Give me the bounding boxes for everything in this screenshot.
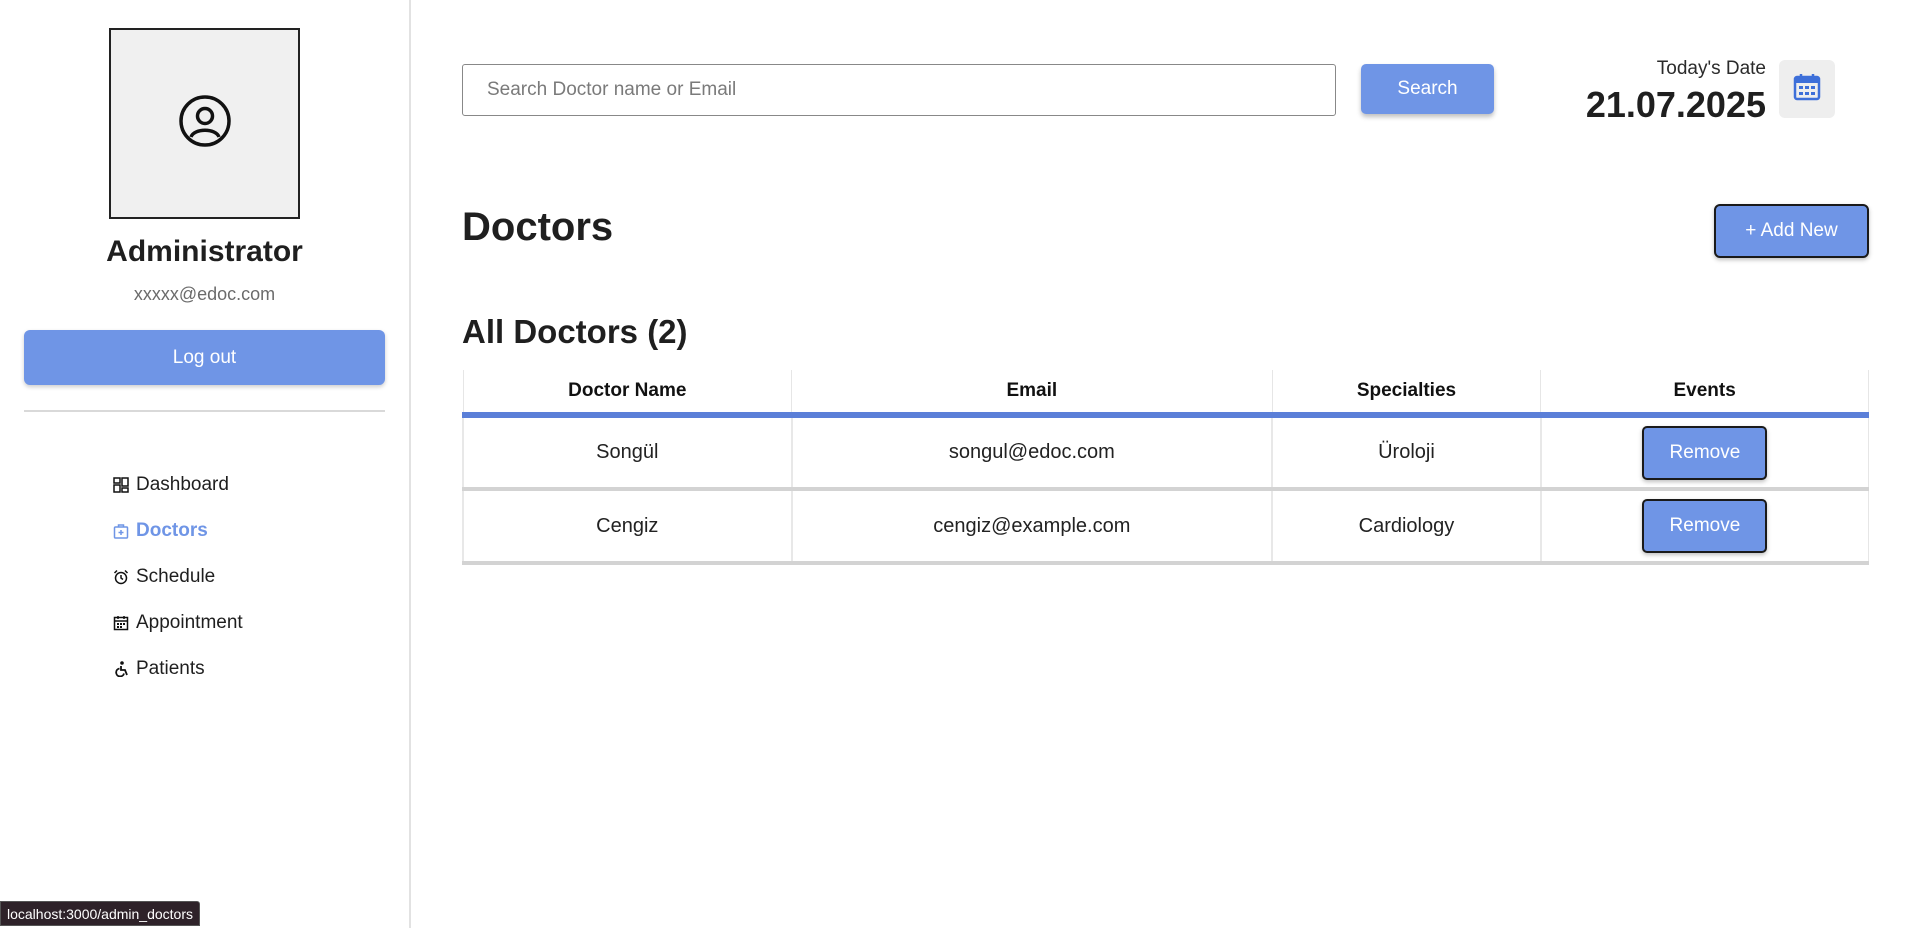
calendar-icon bbox=[1792, 72, 1822, 107]
sidebar-divider bbox=[24, 410, 385, 412]
section-title: All Doctors (2) bbox=[462, 313, 688, 350]
search-input[interactable] bbox=[462, 64, 1336, 116]
sidebar-item-label: Patients bbox=[136, 658, 205, 679]
doctor-email-cell: cengiz@example.com bbox=[790, 489, 1273, 563]
doctor-name-cell: Cengiz bbox=[462, 489, 792, 563]
status-bar-url: localhost:3000/admin_doctors bbox=[0, 901, 201, 926]
sidebar: Administrator xxxxx@edoc.com Log out Das… bbox=[0, 0, 411, 928]
wheelchair-icon bbox=[112, 660, 130, 678]
column-header: Specialties bbox=[1271, 370, 1541, 418]
user-circle-icon bbox=[178, 94, 232, 153]
doctors-table: Doctor Name Email Specialties Events Son… bbox=[462, 370, 1869, 565]
add-new-button[interactable]: + Add New bbox=[1714, 204, 1869, 258]
remove-button[interactable]: Remove bbox=[1642, 499, 1768, 553]
column-header: Doctor Name bbox=[462, 370, 792, 418]
doctor-specialty-cell: Cardiology bbox=[1271, 489, 1541, 563]
sidebar-item-label: Appointment bbox=[136, 612, 243, 633]
column-header: Events bbox=[1540, 370, 1869, 418]
alarm-clock-icon bbox=[112, 568, 130, 586]
profile-name: Administrator bbox=[106, 235, 303, 268]
doctor-email-cell: songul@edoc.com bbox=[790, 415, 1273, 489]
events-cell: Remove bbox=[1539, 489, 1869, 563]
avatar bbox=[109, 28, 300, 219]
table-header-row: Doctor Name Email Specialties Events bbox=[462, 370, 1869, 418]
sidebar-item-label: Doctors bbox=[136, 520, 208, 541]
doctor-name-cell: Songül bbox=[462, 415, 792, 489]
doctor-icon bbox=[112, 522, 130, 540]
dashboard-icon bbox=[112, 476, 130, 494]
sidebar-nav: Dashboard Doctors Schedule Appointment P… bbox=[112, 448, 243, 706]
sidebar-item-label: Schedule bbox=[136, 566, 216, 587]
date-label: Today's Date bbox=[1656, 58, 1766, 79]
sidebar-item-label: Dashboard bbox=[136, 474, 229, 495]
column-header: Email bbox=[791, 370, 1273, 418]
search-button[interactable]: Search bbox=[1361, 64, 1494, 114]
doctor-specialty-cell: Üroloji bbox=[1271, 415, 1541, 489]
sidebar-item-patients[interactable]: Patients bbox=[112, 632, 243, 706]
table-row: Songül songul@edoc.com Üroloji Remove bbox=[462, 415, 1869, 489]
table-row: Cengiz cengiz@example.com Cardiology Rem… bbox=[462, 489, 1869, 563]
logout-button[interactable]: Log out bbox=[24, 330, 385, 385]
profile-email: xxxxx@edoc.com bbox=[133, 284, 276, 304]
calendar-icon bbox=[112, 614, 130, 632]
page-title: Doctors bbox=[462, 205, 614, 249]
remove-button[interactable]: Remove bbox=[1642, 425, 1768, 480]
date-value: 21.07.2025 bbox=[1585, 84, 1766, 125]
calendar-button[interactable] bbox=[1779, 60, 1835, 118]
events-cell: Remove bbox=[1539, 415, 1869, 489]
